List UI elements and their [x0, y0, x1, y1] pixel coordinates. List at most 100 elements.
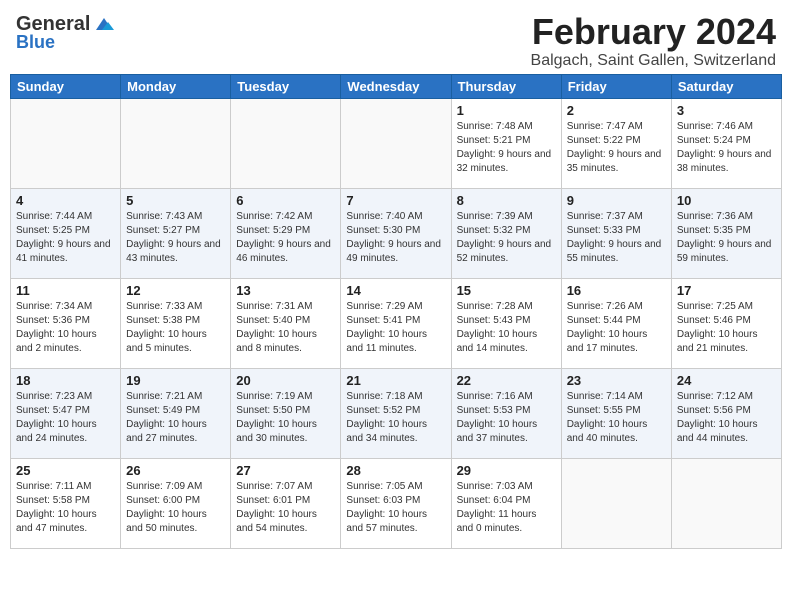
- cell-date-number: 9: [567, 193, 666, 208]
- calendar-cell-6: 6 Sunrise: 7:42 AM Sunset: 5:29 PM Daylig…: [231, 188, 341, 278]
- cell-date-number: 23: [567, 373, 666, 388]
- calendar-cell-10: 10 Sunrise: 7:36 AM Sunset: 5:35 PM Dayli…: [671, 188, 781, 278]
- calendar-week-row: 1 Sunrise: 7:48 AM Sunset: 5:21 PM Daylig…: [11, 98, 782, 188]
- cell-date-number: 13: [236, 283, 335, 298]
- calendar-cell-9: 9 Sunrise: 7:37 AM Sunset: 5:33 PM Daylig…: [561, 188, 671, 278]
- calendar-cell-empty: [11, 98, 121, 188]
- weekday-header-monday: Monday: [121, 74, 231, 98]
- cell-date-number: 2: [567, 103, 666, 118]
- calendar-week-row: 25Sunrise: 7:11 AM Sunset: 5:58 PM Dayli…: [11, 458, 782, 548]
- cell-date-number: 4: [16, 193, 115, 208]
- cell-date-number: 8: [457, 193, 556, 208]
- calendar-table: SundayMondayTuesdayWednesdayThursdayFrid…: [10, 74, 782, 549]
- calendar-cell-empty: [561, 458, 671, 548]
- cell-info-text: Sunrise: 7:19 AM Sunset: 5:50 PM Dayligh…: [236, 390, 335, 446]
- cell-date-number: 22: [457, 373, 556, 388]
- calendar-cell-17: 17 Sunrise: 7:25 AM Sunset: 5:46 PM Dayli…: [671, 278, 781, 368]
- cell-info-text: Sunrise: 7:31 AM Sunset: 5:40 PM Dayligh…: [236, 300, 335, 356]
- cell-date-number: 27: [236, 463, 335, 478]
- cell-info-text: Sunrise: 7:09 AM Sunset: 6:00 PM Dayligh…: [126, 480, 225, 536]
- cell-date-number: 17: [677, 283, 776, 298]
- cell-date-number: 29: [457, 463, 556, 478]
- calendar-cell-24: 24Sunrise: 7:12 AM Sunset: 5:56 PM Dayli…: [671, 368, 781, 458]
- weekday-header-sunday: Sunday: [11, 74, 121, 98]
- cell-info-text: Sunrise: 7:16 AM Sunset: 5:53 PM Dayligh…: [457, 390, 556, 446]
- cell-info-text: Sunrise: 7:46 AM Sunset: 5:24 PM Dayligh…: [677, 120, 776, 176]
- header: General Blue February 2024 Balgach, Sain…: [0, 0, 792, 74]
- calendar-cell-15: 15 Sunrise: 7:28 AM Sunset: 5:43 PM Dayli…: [451, 278, 561, 368]
- cell-date-number: 3: [677, 103, 776, 118]
- calendar-cell-empty: [671, 458, 781, 548]
- cell-info-text: Sunrise: 7:26 AM Sunset: 5:44 PM Dayligh…: [567, 300, 666, 356]
- cell-info-text: Sunrise: 7:07 AM Sunset: 6:01 PM Dayligh…: [236, 480, 335, 536]
- cell-info-text: Sunrise: 7:23 AM Sunset: 5:47 PM Dayligh…: [16, 390, 115, 446]
- calendar-cell-2: 2 Sunrise: 7:47 AM Sunset: 5:22 PM Daylig…: [561, 98, 671, 188]
- calendar-cell-4: 4 Sunrise: 7:44 AM Sunset: 5:25 PM Daylig…: [11, 188, 121, 278]
- cell-date-number: 21: [346, 373, 445, 388]
- calendar-cell-3: 3 Sunrise: 7:46 AM Sunset: 5:24 PM Daylig…: [671, 98, 781, 188]
- calendar-cell-empty: [341, 98, 451, 188]
- cell-info-text: Sunrise: 7:29 AM Sunset: 5:41 PM Dayligh…: [346, 300, 445, 356]
- cell-info-text: Sunrise: 7:05 AM Sunset: 6:03 PM Dayligh…: [346, 480, 445, 536]
- calendar-cell-7: 7Sunrise: 7:40 AM Sunset: 5:30 PM Daylig…: [341, 188, 451, 278]
- logo-icon: [92, 12, 116, 36]
- cell-date-number: 16: [567, 283, 666, 298]
- cell-info-text: Sunrise: 7:39 AM Sunset: 5:32 PM Dayligh…: [457, 210, 556, 266]
- cell-info-text: Sunrise: 7:28 AM Sunset: 5:43 PM Dayligh…: [457, 300, 556, 356]
- logo-blue-text: Blue: [16, 32, 55, 53]
- calendar-title: February 2024: [116, 12, 776, 52]
- calendar-cell-18: 18Sunrise: 7:23 AM Sunset: 5:47 PM Dayli…: [11, 368, 121, 458]
- calendar-cell-23: 23Sunrise: 7:14 AM Sunset: 5:55 PM Dayli…: [561, 368, 671, 458]
- cell-info-text: Sunrise: 7:37 AM Sunset: 5:33 PM Dayligh…: [567, 210, 666, 266]
- calendar-week-row: 18Sunrise: 7:23 AM Sunset: 5:47 PM Dayli…: [11, 368, 782, 458]
- cell-info-text: Sunrise: 7:25 AM Sunset: 5:46 PM Dayligh…: [677, 300, 776, 356]
- cell-info-text: Sunrise: 7:36 AM Sunset: 5:35 PM Dayligh…: [677, 210, 776, 266]
- cell-date-number: 26: [126, 463, 225, 478]
- cell-info-text: Sunrise: 7:18 AM Sunset: 5:52 PM Dayligh…: [346, 390, 445, 446]
- title-area: February 2024 Balgach, Saint Gallen, Swi…: [116, 12, 776, 70]
- calendar-cell-16: 16 Sunrise: 7:26 AM Sunset: 5:44 PM Dayli…: [561, 278, 671, 368]
- calendar-week-row: 11 Sunrise: 7:34 AM Sunset: 5:36 PM Dayli…: [11, 278, 782, 368]
- cell-date-number: 20: [236, 373, 335, 388]
- cell-date-number: 6: [236, 193, 335, 208]
- calendar-cell-empty: [231, 98, 341, 188]
- calendar-cell-8: 8 Sunrise: 7:39 AM Sunset: 5:32 PM Daylig…: [451, 188, 561, 278]
- cell-date-number: 5: [126, 193, 225, 208]
- calendar-cell-29: 29 Sunrise: 7:03 AM Sunset: 6:04 PM Dayli…: [451, 458, 561, 548]
- cell-date-number: 7: [346, 193, 445, 208]
- cell-date-number: 11: [16, 283, 115, 298]
- cell-date-number: 15: [457, 283, 556, 298]
- cell-info-text: Sunrise: 7:43 AM Sunset: 5:27 PM Dayligh…: [126, 210, 225, 266]
- calendar-cell-28: 28 Sunrise: 7:05 AM Sunset: 6:03 PM Dayli…: [341, 458, 451, 548]
- cell-info-text: Sunrise: 7:33 AM Sunset: 5:38 PM Dayligh…: [126, 300, 225, 356]
- logo: General Blue: [16, 12, 116, 53]
- calendar-cell-12: 12Sunrise: 7:33 AM Sunset: 5:38 PM Dayli…: [121, 278, 231, 368]
- calendar-cell-13: 13 Sunrise: 7:31 AM Sunset: 5:40 PM Dayli…: [231, 278, 341, 368]
- weekday-header-thursday: Thursday: [451, 74, 561, 98]
- calendar-cell-empty: [121, 98, 231, 188]
- calendar-cell-21: 21 Sunrise: 7:18 AM Sunset: 5:52 PM Dayli…: [341, 368, 451, 458]
- cell-info-text: Sunrise: 7:42 AM Sunset: 5:29 PM Dayligh…: [236, 210, 335, 266]
- cell-date-number: 1: [457, 103, 556, 118]
- calendar-cell-20: 20 Sunrise: 7:19 AM Sunset: 5:50 PM Dayli…: [231, 368, 341, 458]
- weekday-header-saturday: Saturday: [671, 74, 781, 98]
- weekday-header-row: SundayMondayTuesdayWednesdayThursdayFrid…: [11, 74, 782, 98]
- cell-date-number: 19: [126, 373, 225, 388]
- cell-date-number: 14: [346, 283, 445, 298]
- cell-date-number: 28: [346, 463, 445, 478]
- weekday-header-tuesday: Tuesday: [231, 74, 341, 98]
- cell-info-text: Sunrise: 7:48 AM Sunset: 5:21 PM Dayligh…: [457, 120, 556, 176]
- cell-info-text: Sunrise: 7:03 AM Sunset: 6:04 PM Dayligh…: [457, 480, 556, 536]
- calendar-cell-22: 22 Sunrise: 7:16 AM Sunset: 5:53 PM Dayli…: [451, 368, 561, 458]
- cell-info-text: Sunrise: 7:11 AM Sunset: 5:58 PM Dayligh…: [16, 480, 115, 536]
- calendar-cell-5: 5 Sunrise: 7:43 AM Sunset: 5:27 PM Daylig…: [121, 188, 231, 278]
- cell-info-text: Sunrise: 7:47 AM Sunset: 5:22 PM Dayligh…: [567, 120, 666, 176]
- calendar: SundayMondayTuesdayWednesdayThursdayFrid…: [0, 74, 792, 559]
- cell-date-number: 24: [677, 373, 776, 388]
- weekday-header-friday: Friday: [561, 74, 671, 98]
- cell-date-number: 10: [677, 193, 776, 208]
- calendar-cell-27: 27 Sunrise: 7:07 AM Sunset: 6:01 PM Dayli…: [231, 458, 341, 548]
- cell-info-text: Sunrise: 7:34 AM Sunset: 5:36 PM Dayligh…: [16, 300, 115, 356]
- calendar-week-row: 4 Sunrise: 7:44 AM Sunset: 5:25 PM Daylig…: [11, 188, 782, 278]
- cell-info-text: Sunrise: 7:44 AM Sunset: 5:25 PM Dayligh…: [16, 210, 115, 266]
